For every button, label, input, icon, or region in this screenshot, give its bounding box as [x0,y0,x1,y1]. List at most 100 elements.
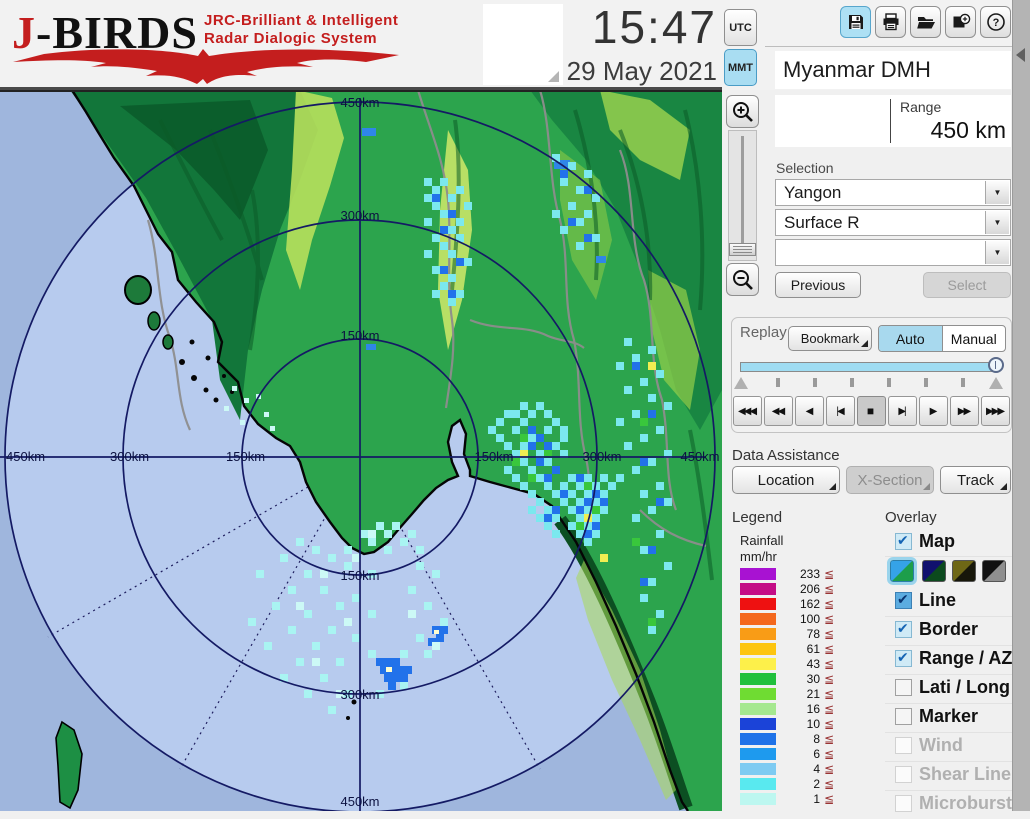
print-button[interactable] [875,6,906,38]
legend-entry: 2 ≦ [740,777,850,792]
collapse-arrow-icon[interactable] [1016,48,1025,62]
save-button[interactable] [840,6,871,38]
media-step-back-button[interactable]: ◀ [795,396,824,426]
legend-unit-line2: mm/hr [740,549,777,564]
svg-text:150km: 150km [340,328,379,343]
marker-checkbox[interactable] [895,708,912,725]
chevron-down-icon[interactable]: ▼ [985,241,1009,264]
overlay-item-line[interactable]: Line [885,587,1012,617]
slider-start-marker[interactable] [734,377,748,389]
legend-swatch [740,658,776,670]
map-checkbox[interactable] [895,532,912,550]
auto-button[interactable]: Auto [879,326,943,351]
extra-dropdown[interactable]: ▼ [775,239,1011,266]
legend-swatch [740,643,776,655]
legend-swatch [740,793,776,805]
svg-text:450km: 450km [6,449,45,464]
overlay-item-range-az[interactable]: Range / AZ [885,645,1012,675]
zoom-in-button[interactable] [726,95,759,128]
map-style-swatch-1[interactable] [887,557,917,585]
location-button[interactable]: Location [732,466,840,494]
media-play-button[interactable]: ▶ [919,396,948,426]
bookmark-button[interactable]: Bookmark [788,326,872,351]
help-button[interactable]: ? [980,6,1011,38]
map-style-swatch-2[interactable] [922,560,946,582]
svg-text:300km: 300km [582,449,621,464]
legend-entry: 43 ≦ [740,657,850,672]
legend-swatch [740,568,776,580]
zoom-out-button[interactable] [726,263,759,296]
manual-button[interactable]: Manual [943,326,1006,351]
add-image-icon [953,13,970,28]
add-image-button[interactable] [945,6,976,38]
line-checkbox[interactable] [895,591,912,609]
panel-collapse-strip[interactable] [1012,0,1030,811]
media-skip-start-button[interactable]: |◀ [826,396,855,426]
selection-label: Selection [776,160,834,176]
legend-swatch [740,778,776,790]
previous-button[interactable]: Previous [775,272,861,298]
media-rewind-fast-button[interactable]: ◀◀◀ [733,396,762,426]
slider-tick [776,378,780,387]
track-button[interactable]: Track [940,466,1011,494]
lati-long-checkbox[interactable] [895,679,912,696]
data-assistance-label: Data Assistance [732,447,840,464]
logo-subtitle-2: Radar Dialogic System [204,30,378,47]
wind-checkbox [895,737,912,754]
overlay-item-lati-long[interactable]: Lati / Long [885,674,1012,704]
legend-swatch [740,763,776,775]
overlay-item-map[interactable]: Map [885,528,1012,557]
media-forward-fast-button[interactable]: ▶▶▶ [981,396,1010,426]
legend-entry: 16 ≦ [740,702,850,717]
radar-map[interactable]: 450km 300km 150km 150km 300km 450km 450k… [0,90,722,811]
utc-button[interactable]: UTC [724,9,757,46]
slider-tick [961,378,965,387]
print-icon [883,13,898,31]
slider-end-marker[interactable] [989,377,1003,389]
media-stop-button[interactable]: ■ [857,396,886,426]
slider-tick [813,378,817,387]
media-forward-button[interactable]: ▶▶ [950,396,979,426]
xsection-button[interactable]: X-Section [846,466,934,494]
overlay-item-border[interactable]: Border [885,616,1012,646]
legend-entry: 10 ≦ [740,717,850,732]
replay-mode-toggle: Auto Manual [878,325,1006,352]
chevron-down-icon[interactable]: ▼ [985,211,1009,234]
chevron-down-icon[interactable]: ▼ [985,181,1009,204]
svg-text:450km: 450km [340,95,379,110]
map-style-swatch-3[interactable] [952,560,976,582]
media-rewind-button[interactable]: ◀◀ [764,396,793,426]
microburst-checkbox [895,795,912,812]
legend-entry: 78 ≦ [740,627,850,642]
svg-text:150km: 150km [340,568,379,583]
legend-swatch [740,628,776,640]
overlay-item-marker[interactable]: Marker [885,703,1012,733]
map-zoom-handle[interactable] [729,243,756,256]
product-dropdown-value: Surface R [784,213,860,232]
legend-entry: 162 ≦ [740,597,850,612]
overlay-item-wind: Wind [885,732,1012,762]
select-button[interactable]: Select [923,272,1011,298]
range-az-checkbox[interactable] [895,649,912,667]
mmt-button[interactable]: MMT [724,49,757,86]
legend-entry: 206 ≦ [740,582,850,597]
zoom-in-icon [732,101,753,122]
product-dropdown[interactable]: Surface R ▼ [775,209,1011,236]
map-style-swatch-4[interactable] [982,560,1006,582]
border-checkbox[interactable] [895,620,912,638]
clock-time: 15:47 [591,1,717,53]
svg-text:150km: 150km [226,449,265,464]
station-name: Myanmar DMH [783,57,931,82]
svg-text:300km: 300km [340,208,379,223]
replay-slider-track[interactable] [740,362,998,372]
slider-tick [887,378,891,387]
help-icon: ? [986,13,1005,31]
legend-swatch [740,703,776,715]
clock-date: 29 May 2021 [566,56,717,86]
svg-text:450km: 450km [680,449,719,464]
open-button[interactable] [910,6,941,38]
media-skip-end-button[interactable]: ▶| [888,396,917,426]
replay-slider-handle[interactable] [988,357,1004,373]
legend-swatch [740,733,776,745]
site-dropdown[interactable]: Yangon ▼ [775,179,1011,206]
